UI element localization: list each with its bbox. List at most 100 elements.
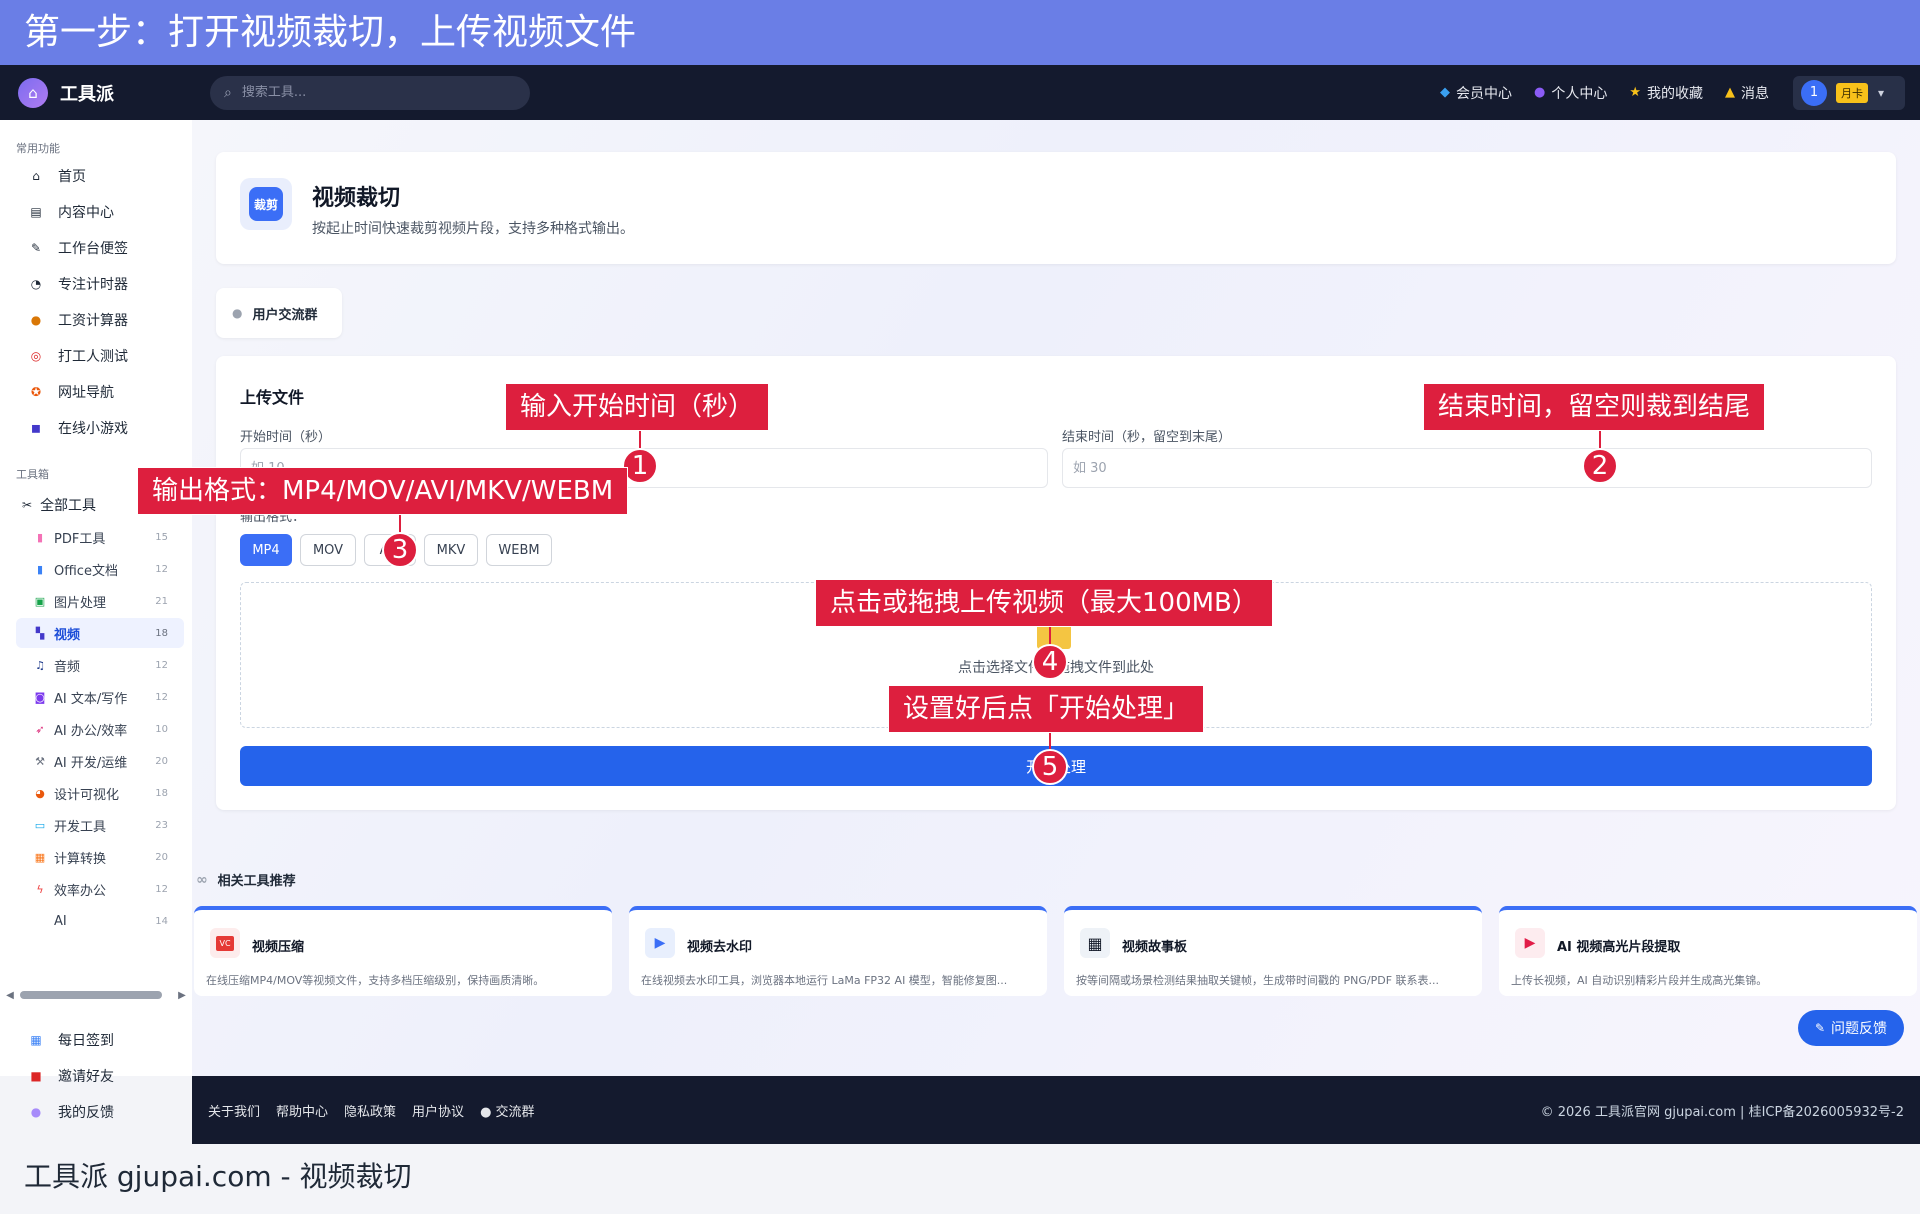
end-time-input[interactable] (1062, 448, 1872, 488)
tool-count: 10 (155, 723, 168, 735)
feedback-button[interactable]: ✎ 问题反馈 (1798, 1010, 1904, 1046)
bell-icon: ▲ (1725, 85, 1735, 100)
sidebar-item-calc[interactable]: ▦ 计算转换 20 (16, 842, 184, 872)
tool-count: 12 (155, 883, 168, 895)
sidebar-item-checkin[interactable]: ▦ 每日签到 (16, 1024, 184, 1056)
sidebar-item-label: 在线小游戏 (58, 421, 128, 437)
related-tool-card-highlight[interactable]: ▶ AI 视频高光片段提取 上传长视频，AI 自动识别精彩片段并生成高光集锦。 (1499, 906, 1917, 996)
sidebar-item-games[interactable]: ◼ 在线小游戏 (16, 412, 184, 444)
search-input[interactable] (241, 85, 502, 100)
related-tool-card-storyboard[interactable]: ▦ 视频故事板 按等间隔或场景检测结果抽取关键帧，生成带时间戳的 PNG/PDF… (1064, 906, 1482, 996)
scroll-thumb[interactable] (20, 991, 162, 999)
compass-icon: ✪ (30, 385, 42, 399)
sidebar-item-design[interactable]: ◕ 设计可视化 18 (16, 778, 184, 808)
sidebar-item-navigation[interactable]: ✪ 网址导航 (16, 376, 184, 408)
copyright: © 2026 工具派官网 gjupai.com | 桂ICP备202600593… (1540, 1104, 1904, 1120)
sidebar-item-dev-tools[interactable]: ▭ 开发工具 23 (16, 810, 184, 840)
sidebar-item-all-tools[interactable]: ✂ 全部工具 (16, 490, 96, 520)
tool-count: 14 (155, 915, 168, 927)
sidebar-item-ai[interactable]: AI 14 (16, 906, 184, 936)
sidebar-scrollbar[interactable]: ◀ ▶ (4, 988, 188, 1002)
sidebar-item-ai-office[interactable]: ➶ AI 办公/效率 10 (16, 714, 184, 744)
scroll-left-icon[interactable]: ◀ (4, 990, 16, 1001)
sidebar-item-home[interactable]: ⌂ 首页 (16, 160, 184, 192)
nav-member-center[interactable]: ◆ 会员中心 (1440, 83, 1512, 103)
star-icon: ★ (1629, 85, 1641, 100)
annotation-callout-4: 点击或拖拽上传视频（最大100MB） (815, 579, 1273, 627)
rocket-icon: ➶ (35, 722, 45, 736)
robot-icon: ◙ (34, 690, 46, 704)
nav-label: 消息 (1741, 85, 1769, 102)
newspaper-icon: ▤ (30, 205, 42, 219)
annotation-marker-5: 5 (1032, 749, 1068, 785)
scroll-track[interactable] (16, 990, 176, 1000)
format-mp4-button[interactable]: MP4 (240, 534, 292, 566)
format-mkv-button[interactable]: MKV (424, 534, 478, 566)
tool-header-card: 裁剪 视频裁切 按起止时间快速裁剪视频片段，支持多种格式输出。 (216, 152, 1896, 264)
search-box[interactable]: ⌕ (210, 75, 530, 110)
sidebar-item-efficiency[interactable]: ϟ 效率办公 12 (16, 874, 184, 904)
sidebar-item-audio[interactable]: ♫ 音频 12 (16, 650, 184, 680)
sidebar-item-invite[interactable]: ■ 邀请好友 (16, 1060, 184, 1092)
nav-messages[interactable]: ▲ 消息 (1725, 83, 1769, 103)
user-group-button[interactable]: ● 用户交流群 (216, 288, 342, 338)
sidebar-item-label: AI 文本/写作 (54, 691, 128, 707)
link-icon: ∞ (196, 871, 208, 888)
footer-link-help[interactable]: 帮助中心 (276, 1101, 328, 1120)
user-group-label: 用户交流群 (252, 307, 318, 323)
music-icon: ♫ (35, 658, 45, 672)
gamepad-icon: ◼ (31, 421, 41, 435)
scroll-right-icon[interactable]: ▶ (176, 990, 188, 1001)
format-mov-button[interactable]: MOV (300, 534, 356, 566)
app-header: ⌂ 工具派 ⌕ ◆ 会员中心 ● 个人中心 ★ 我的收藏 ▲ 消息 1 月卡 ▾ (0, 65, 1920, 120)
sidebar-item-video[interactable]: ▚ 视频 18 (16, 618, 184, 648)
money-bag-icon: ● (30, 313, 42, 327)
sidebar-item-office[interactable]: ▮ Office文档 12 (16, 554, 184, 584)
sidebar-item-timer[interactable]: ◔ 专注计时器 (16, 268, 184, 300)
highlight-icon: ▶ (1515, 928, 1545, 958)
footer-link-terms[interactable]: 用户协议 (412, 1101, 464, 1120)
tutorial-banner: 第一步：打开视频裁切，上传视频文件 (0, 0, 1920, 65)
logo[interactable]: ⌂ 工具派 (18, 77, 193, 108)
tool-count: 15 (155, 531, 168, 543)
chevron-down-icon: ▾ (1878, 85, 1885, 100)
related-tool-card-watermark[interactable]: ▶ 视频去水印 在线视频去水印工具，浏览器本地运行 LaMa FP32 AI 模… (629, 906, 1047, 996)
sidebar-item-content[interactable]: ▤ 内容中心 (16, 196, 184, 228)
nav-favorites[interactable]: ★ 我的收藏 (1629, 83, 1703, 103)
tool-badge-label: 裁剪 (249, 187, 283, 221)
related-tool-name: 视频故事板 (1122, 940, 1188, 955)
calculator-icon: ▦ (34, 850, 46, 864)
sidebar-item-ai-dev[interactable]: ⚒ AI 开发/运维 20 (16, 746, 184, 776)
related-tools-title: 相关工具推荐 (217, 874, 296, 889)
gift-icon: ■ (30, 1069, 42, 1083)
pdf-icon: ▮ (36, 530, 44, 544)
avatar: 1 (1801, 79, 1827, 106)
clapper-icon: ▚ (35, 626, 45, 640)
sidebar-item-label: AI (54, 913, 67, 929)
sidebar-item-ai-writing[interactable]: ◙ AI 文本/写作 12 (16, 682, 184, 712)
sidebar-item-label: 邀请好友 (58, 1069, 114, 1085)
annotation-callout-2: 结束时间，留空则裁到结尾 (1423, 383, 1766, 431)
page-description: 按起止时间快速裁剪视频片段，支持多种格式输出。 (312, 221, 634, 237)
footer-link-privacy[interactable]: 隐私政策 (344, 1101, 396, 1120)
sidebar-item-my-feedback[interactable]: ● 我的反馈 (16, 1096, 184, 1128)
sidebar-item-salary[interactable]: ● 工资计算器 (16, 304, 184, 336)
sidebar-item-image[interactable]: ▣ 图片处理 21 (16, 586, 184, 616)
related-tools-heading: ∞ 相关工具推荐 (196, 870, 296, 890)
footer-link-group[interactable]: ● 交流群 (480, 1101, 535, 1120)
tool-count: 18 (155, 627, 168, 639)
user-menu[interactable]: 1 月卡 ▾ (1793, 75, 1905, 110)
format-webm-button[interactable]: WEBM (486, 534, 552, 566)
sidebar-item-notes[interactable]: ✎ 工作台便签 (16, 232, 184, 264)
sidebar-item-worker-test[interactable]: ◎ 打工人测试 (16, 340, 184, 372)
sidebar-item-label: 音频 (54, 659, 81, 675)
lightning-icon: ϟ (36, 882, 44, 896)
footer-link-about[interactable]: 关于我们 (208, 1101, 260, 1120)
section-title-tools: 工具箱 (16, 468, 49, 481)
nav-personal-center[interactable]: ● 个人中心 (1534, 83, 1607, 103)
sidebar-item-pdf[interactable]: ▮ PDF工具 15 (16, 522, 184, 552)
chat-icon: ● (30, 1105, 42, 1119)
related-tool-card-compress[interactable]: VC 视频压缩 在线压缩MP4/MOV等视频文件，支持多档压缩级别，保持画质清晰… (194, 906, 612, 996)
crop-icon: 裁剪 (240, 178, 292, 230)
sidebar-item-label: 每日签到 (58, 1033, 114, 1049)
